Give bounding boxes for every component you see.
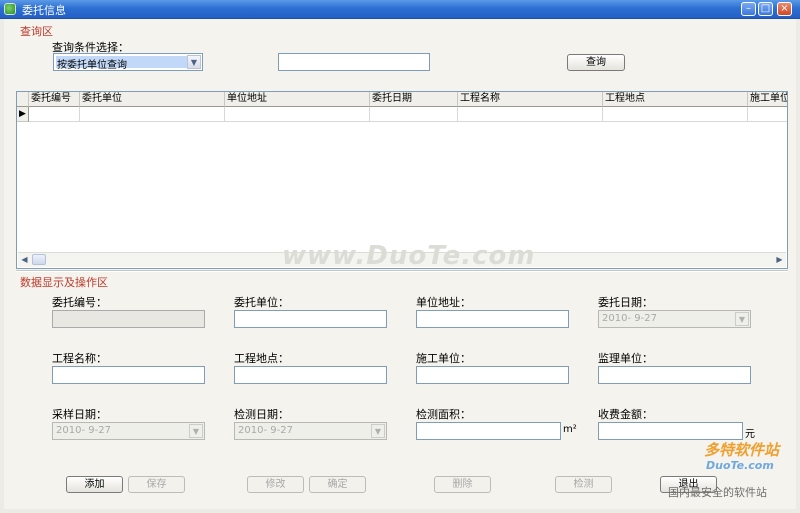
chevron-down-icon[interactable]: ▼ bbox=[187, 55, 201, 69]
column-header[interactable]: 工程名称 bbox=[458, 92, 603, 107]
test-area-label: 检测面积： bbox=[416, 408, 471, 421]
fee-unit: 元 bbox=[745, 429, 755, 440]
test-date-value: 2010- 9-27 bbox=[238, 425, 293, 436]
grid-cell[interactable] bbox=[458, 107, 603, 122]
sample-date-value: 2010- 9-27 bbox=[56, 425, 111, 436]
entrust-unit-label: 委托单位： bbox=[234, 296, 289, 309]
grid-cell[interactable] bbox=[225, 107, 370, 122]
query-keyword-input[interactable] bbox=[278, 53, 430, 71]
delete-button: 删除 bbox=[434, 476, 491, 493]
grid-cell[interactable] bbox=[748, 107, 787, 122]
sample-date-picker: 2010- 9-27 ▼ bbox=[52, 422, 205, 440]
project-name-field[interactable] bbox=[52, 366, 205, 384]
builder-label: 施工单位： bbox=[416, 352, 471, 365]
column-header[interactable]: 委托单位 bbox=[80, 92, 225, 107]
column-header[interactable]: 施工单位 bbox=[748, 92, 787, 107]
grid-cell[interactable] bbox=[370, 107, 458, 122]
entrust-no-label: 委托编号： bbox=[52, 296, 107, 309]
test-date-label: 检测日期： bbox=[234, 408, 289, 421]
query-condition-value: 按委托单位查询 bbox=[57, 60, 127, 71]
save-button: 保存 bbox=[128, 476, 185, 493]
form-section-label: 数据显示及操作区 bbox=[20, 276, 108, 289]
add-button[interactable]: 添加 bbox=[66, 476, 123, 493]
chevron-down-icon: ▼ bbox=[371, 424, 385, 438]
grid-cell[interactable] bbox=[603, 107, 748, 122]
confirm-button: 确定 bbox=[309, 476, 366, 493]
test-date-picker: 2010- 9-27 ▼ bbox=[234, 422, 387, 440]
entrust-unit-field[interactable] bbox=[234, 310, 387, 328]
chevron-down-icon: ▼ bbox=[735, 312, 749, 326]
chevron-down-icon: ▼ bbox=[189, 424, 203, 438]
grid-cell[interactable] bbox=[29, 107, 80, 122]
watermark-slogan: 国内最安全的软件站 bbox=[668, 486, 767, 499]
column-header[interactable]: 委托编号 bbox=[29, 92, 80, 107]
test-area-field[interactable] bbox=[416, 422, 561, 440]
watermark-text: www.DuoTe.com bbox=[282, 241, 536, 271]
unit-address-label: 单位地址： bbox=[416, 296, 471, 309]
project-site-field[interactable] bbox=[234, 366, 387, 384]
scroll-thumb[interactable] bbox=[32, 254, 46, 265]
fee-label: 收费金额： bbox=[598, 408, 653, 421]
minimize-button[interactable]: – bbox=[741, 2, 756, 16]
query-section-label: 查询区 bbox=[20, 25, 53, 38]
project-site-label: 工程地点： bbox=[234, 352, 289, 365]
column-header[interactable]: 委托日期 bbox=[370, 92, 458, 107]
client-area: 查询区 查询条件选择： 按委托单位查询 ▼ 查询 委托编号 委托单位 单位地址 … bbox=[4, 19, 796, 509]
grid-corner bbox=[17, 92, 29, 107]
grid-cell[interactable] bbox=[80, 107, 225, 122]
row-indicator-icon[interactable]: ▶ bbox=[17, 107, 29, 122]
test-area-unit: m² bbox=[563, 424, 577, 435]
unit-address-field[interactable] bbox=[416, 310, 569, 328]
entrust-date-value: 2010- 9-27 bbox=[602, 313, 657, 324]
title-bar: 委托信息 – □ × bbox=[0, 0, 800, 19]
builder-field[interactable] bbox=[416, 366, 569, 384]
query-condition-select[interactable]: 按委托单位查询 ▼ bbox=[53, 53, 203, 71]
supervisor-field[interactable] bbox=[598, 366, 751, 384]
watermark-site: DuoTe.com bbox=[706, 459, 774, 472]
entrust-no-field bbox=[52, 310, 205, 328]
scroll-right-icon[interactable]: ▶ bbox=[773, 253, 786, 266]
modify-button: 修改 bbox=[247, 476, 304, 493]
column-header[interactable]: 单位地址 bbox=[225, 92, 370, 107]
app-icon bbox=[4, 3, 16, 15]
search-button[interactable]: 查询 bbox=[567, 54, 625, 71]
watermark-brand: 多特软件站 bbox=[704, 441, 780, 459]
entrust-date-label: 委托日期： bbox=[598, 296, 653, 309]
detect-button: 检测 bbox=[555, 476, 612, 493]
section-divider bbox=[16, 270, 788, 272]
maximize-button[interactable]: □ bbox=[758, 2, 773, 16]
sample-date-label: 采样日期： bbox=[52, 408, 107, 421]
window-title: 委托信息 bbox=[22, 4, 66, 17]
supervisor-label: 监理单位： bbox=[598, 352, 653, 365]
close-button[interactable]: × bbox=[777, 2, 792, 16]
entrust-date-picker: 2010- 9-27 ▼ bbox=[598, 310, 751, 328]
column-header[interactable]: 工程地点 bbox=[603, 92, 748, 107]
scroll-left-icon[interactable]: ◀ bbox=[18, 253, 31, 266]
project-name-label: 工程名称： bbox=[52, 352, 107, 365]
fee-field[interactable] bbox=[598, 422, 743, 440]
